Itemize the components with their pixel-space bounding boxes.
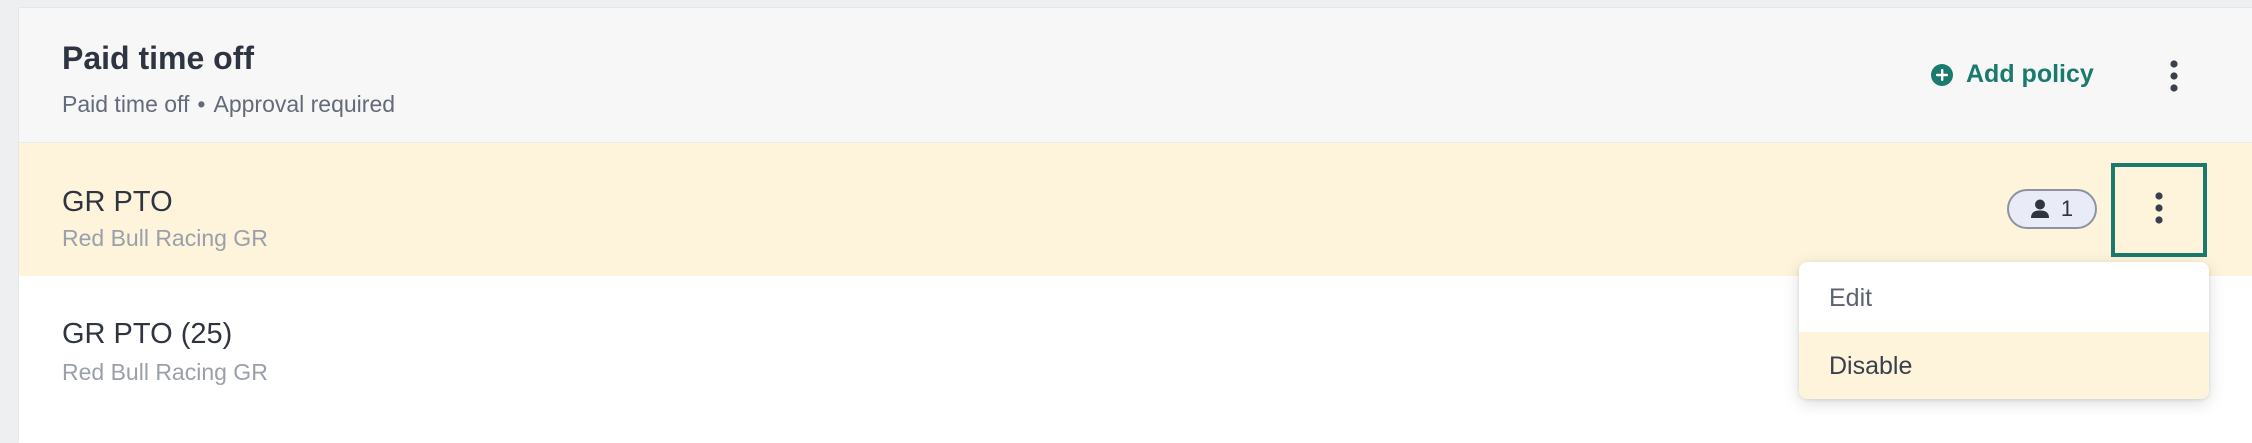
more-vertical-icon <box>2154 191 2164 229</box>
assigned-people-badge[interactable]: 1 <box>2007 189 2097 229</box>
plus-circle-icon <box>1930 63 1954 87</box>
policy-group-header: Paid time off Paid time off • Approval req… <box>19 8 2252 143</box>
policy-name: GR PTO (25) <box>62 318 233 350</box>
approval-label: Approval required <box>213 91 396 117</box>
add-policy-button[interactable]: Add policy <box>1930 60 2094 89</box>
policy-organization: Red Bull Racing GR <box>62 359 268 385</box>
policy-group-card: Paid time off Paid time off • Approval req… <box>18 7 2252 443</box>
assigned-count: 1 <box>2060 196 2074 221</box>
policy-type-label: Paid time off <box>62 91 190 117</box>
subtitle-separator: • <box>197 91 206 117</box>
policy-name: GR PTO <box>62 186 173 218</box>
person-icon <box>2030 199 2049 219</box>
more-vertical-icon <box>2169 59 2179 97</box>
policy-more-button[interactable] <box>2111 163 2207 257</box>
policy-row[interactable]: GR PTO Red Bull Racing GR 1 <box>19 143 2252 276</box>
policy-context-menu: Edit Disable <box>1799 262 2209 399</box>
policy-organization: Red Bull Racing GR <box>62 225 268 251</box>
menu-item-edit[interactable]: Edit <box>1799 264 2209 332</box>
group-more-button[interactable] <box>2161 58 2187 98</box>
menu-item-disable[interactable]: Disable <box>1799 332 2209 399</box>
add-policy-label: Add policy <box>1966 60 2094 88</box>
policy-group-subtitle: Paid time off • Approval required <box>62 91 395 118</box>
policy-group-title: Paid time off <box>62 40 255 76</box>
